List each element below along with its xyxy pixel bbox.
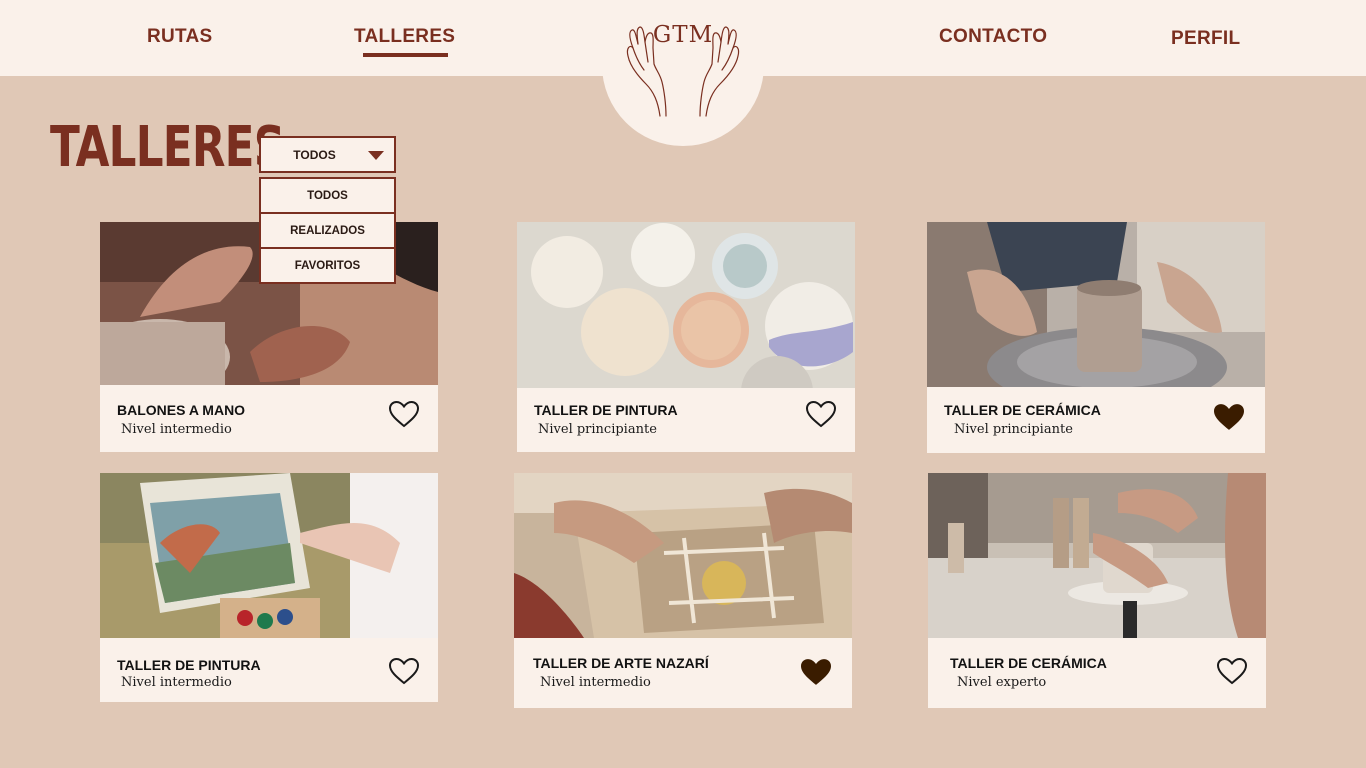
page-title: TALLERES <box>50 115 285 180</box>
heart-outline-icon[interactable] <box>805 400 837 428</box>
nav-talleres[interactable]: TALLERES <box>354 26 455 57</box>
heart-filled-icon[interactable] <box>1211 402 1247 432</box>
workshop-card[interactable]: TALLER DE PINTURA Nivel intermedio <box>100 473 438 702</box>
heart-outline-icon[interactable] <box>1216 657 1248 685</box>
filter-option-favoritos[interactable]: FAVORITOS <box>259 247 396 284</box>
workshop-card[interactable]: TALLER DE CERÁMICA Nivel principiante <box>927 222 1265 453</box>
filter-option-realizados[interactable]: REALIZADOS <box>259 212 396 249</box>
filter-dropdown[interactable]: TODOS <box>259 136 396 173</box>
workshop-level: Nivel intermedio <box>121 675 232 690</box>
workshop-title: TALLER DE CERÁMICA <box>950 655 1107 671</box>
nav-rutas[interactable]: RUTAS <box>147 26 213 48</box>
filter-menu: TODOS REALIZADOS FAVORITOS <box>259 177 396 284</box>
workshop-photo <box>514 473 852 638</box>
workshop-level: Nivel intermedio <box>540 675 651 690</box>
workshop-photo <box>100 473 438 638</box>
workshop-card[interactable]: TALLER DE PINTURA Nivel principiante <box>517 222 855 452</box>
nav-perfil[interactable]: PERFIL <box>1171 28 1240 50</box>
workshop-title: TALLER DE CERÁMICA <box>944 402 1101 418</box>
workshop-photo <box>927 222 1265 387</box>
logo[interactable]: GTM <box>602 0 764 146</box>
workshop-level: Nivel experto <box>957 675 1047 690</box>
workshop-photo <box>517 222 855 388</box>
workshop-title: TALLER DE ARTE NAZARÍ <box>533 655 709 671</box>
heart-outline-icon[interactable] <box>388 657 420 685</box>
open-hands-icon <box>626 26 740 117</box>
workshop-photo <box>928 473 1266 638</box>
workshop-title: TALLER DE PINTURA <box>534 402 678 418</box>
caret-down-icon <box>368 151 384 160</box>
nav-contacto[interactable]: CONTACTO <box>939 26 1047 48</box>
workshop-level: Nivel intermedio <box>121 422 232 437</box>
filter-option-todos[interactable]: TODOS <box>259 177 396 214</box>
heart-outline-icon[interactable] <box>388 400 420 428</box>
workshop-card[interactable]: TALLER DE CERÁMICA Nivel experto <box>928 473 1266 708</box>
heart-filled-icon[interactable] <box>798 657 834 687</box>
workshop-title: TALLER DE PINTURA <box>117 657 261 673</box>
workshop-card[interactable]: TALLER DE ARTE NAZARÍ Nivel intermedio <box>514 473 852 708</box>
workshop-level: Nivel principiante <box>538 422 657 437</box>
workshop-title: BALONES A MANO <box>117 402 246 418</box>
workshop-level: Nivel principiante <box>954 422 1073 437</box>
